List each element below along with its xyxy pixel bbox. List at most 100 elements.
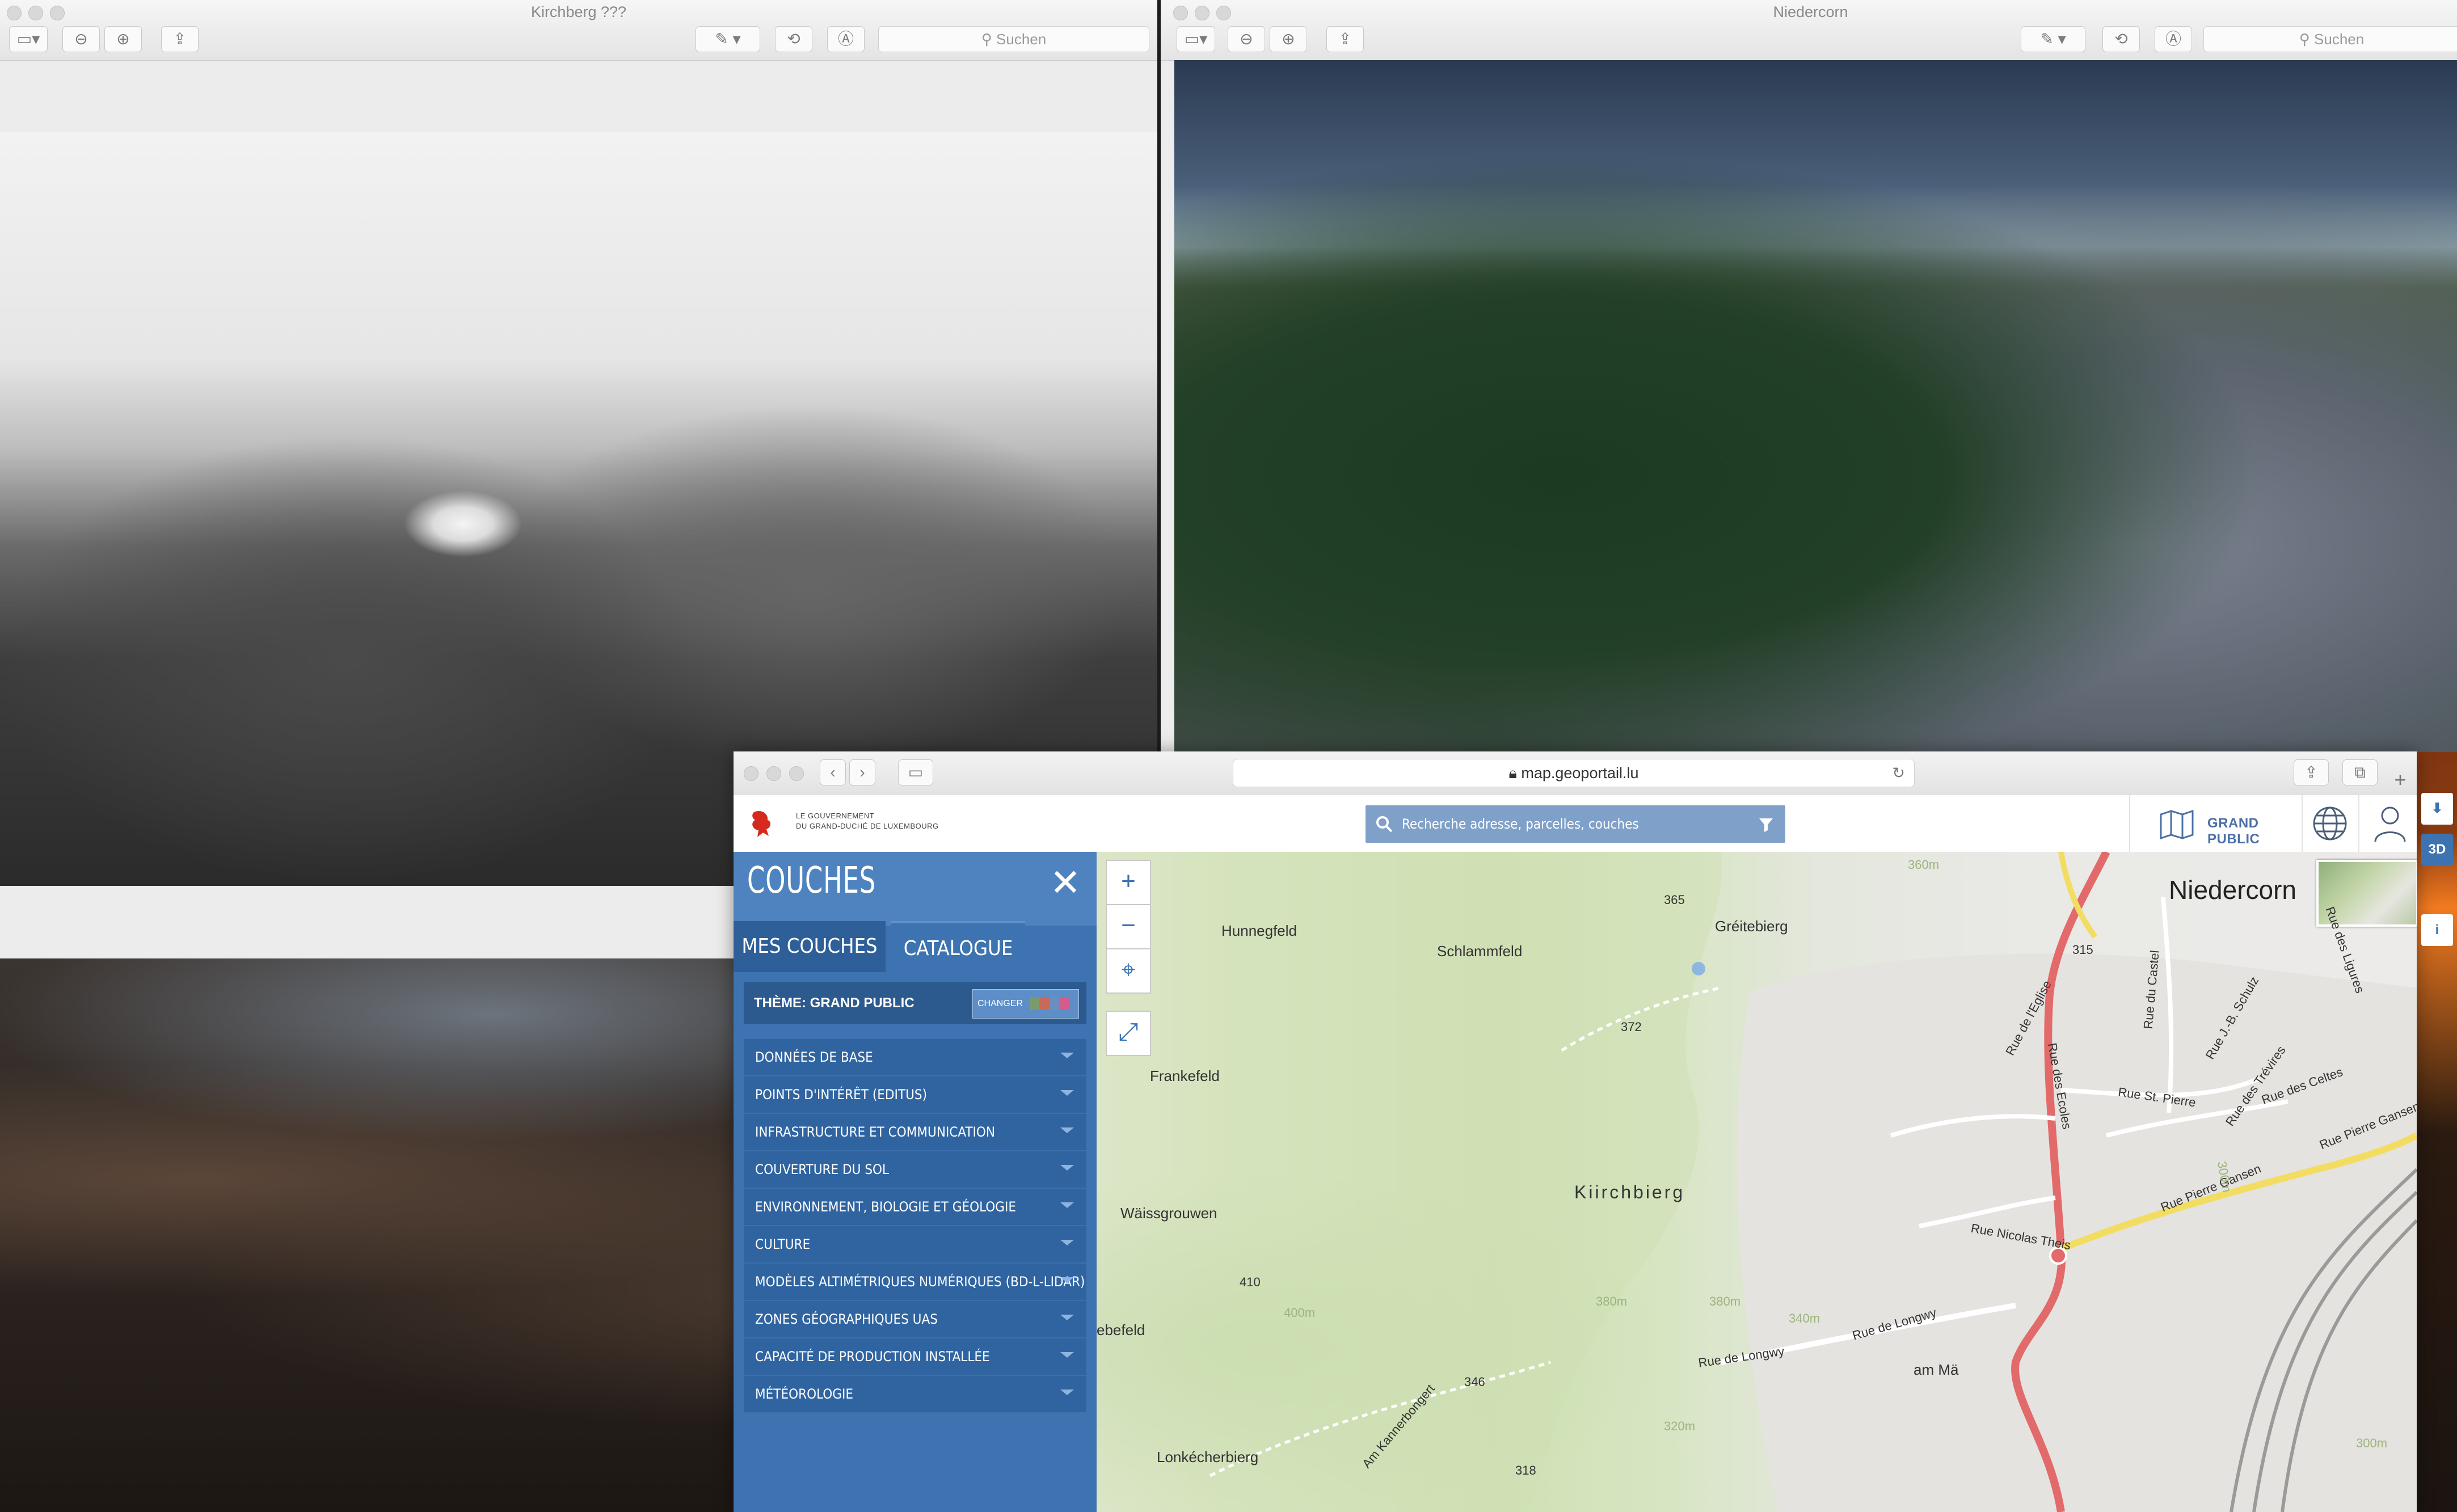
zoom-in-button[interactable]: ⊕ bbox=[104, 26, 142, 52]
window-title: Niedercorn bbox=[1773, 3, 1848, 20]
gov-line-2: DU GRAND-DUCHÉ DE LUXEMBOURG bbox=[796, 822, 939, 830]
theme-swatch bbox=[1040, 998, 1049, 1010]
zoom-in-button[interactable]: ⊕ bbox=[1270, 26, 1307, 52]
markup-button[interactable]: ✎ ▾ bbox=[696, 26, 760, 52]
divider bbox=[2358, 795, 2359, 852]
map-contour-label: 320m bbox=[1664, 1419, 1696, 1433]
sidebar-toggle-button[interactable]: ▭▾ bbox=[1177, 26, 1215, 52]
tabs-overview-button[interactable]: ⧉ bbox=[2342, 759, 2378, 785]
search-field[interactable]: ⚲ Suchen bbox=[2203, 26, 2457, 52]
catalog-item[interactable]: COUVERTURE DU SOL bbox=[744, 1151, 1086, 1189]
address-bar[interactable]: 🔒︎ map.geoportail.lu ↻ bbox=[1233, 759, 1915, 787]
rotate-button[interactable]: ⟲ bbox=[2102, 26, 2140, 52]
share-button[interactable]: ⇪ bbox=[161, 26, 199, 52]
lock-icon: 🔒︎ bbox=[1508, 765, 1522, 782]
chevron-down-icon bbox=[1060, 1127, 1074, 1133]
change-theme-label: CHANGER bbox=[977, 999, 1023, 1008]
map-label-place: Schlammfeld bbox=[1437, 943, 1523, 960]
map-label-place: Hunnegfeld bbox=[1221, 922, 1297, 939]
map-contour-label: 300m bbox=[2356, 1436, 2388, 1450]
search-placeholder: Recherche adresse, parcelles, couches bbox=[1402, 816, 1639, 832]
sidebar-toggle-button[interactable]: ▭ bbox=[898, 759, 933, 785]
theme-swatch bbox=[1050, 998, 1059, 1010]
back-button[interactable]: ‹ bbox=[820, 759, 846, 785]
catalog-item[interactable]: INFRASTRUCTURE ET COMMUNICATION bbox=[744, 1114, 1086, 1151]
share-button[interactable]: ⇪ bbox=[1326, 26, 1364, 52]
preview-window-right: Niedercorn ▭▾ ⊖ ⊕ ⇪ ✎ ▾ ⟲ Ⓐ ⚲ Suchen bbox=[1157, 0, 2457, 752]
info-icon[interactable]: i bbox=[2421, 914, 2453, 946]
close-icon[interactable]: ✕ bbox=[1048, 864, 1082, 901]
catalog-item[interactable]: CAPACITÉ DE PRODUCTION INSTALLÉE bbox=[744, 1338, 1086, 1376]
map-label-place: Niedercorn bbox=[2169, 875, 2296, 905]
download-icon[interactable]: ⬇ bbox=[2421, 793, 2453, 825]
zoom-out-button[interactable]: ⊖ bbox=[1228, 26, 1265, 52]
catalog-item-label: CULTURE bbox=[755, 1236, 811, 1252]
catalog-item[interactable]: POINTS D'INTÉRÊT (EDITUS) bbox=[744, 1076, 1086, 1114]
sidebar-toggle-button[interactable]: ▭▾ bbox=[9, 26, 48, 52]
window-close-button[interactable] bbox=[744, 766, 758, 781]
annotate-button[interactable]: Ⓐ bbox=[2155, 26, 2192, 52]
catalog-item[interactable]: ENVIRONNEMENT, BIOLOGIE ET GÉOLOGIE bbox=[744, 1189, 1086, 1226]
pond bbox=[1692, 962, 1705, 975]
new-tab-button[interactable]: + bbox=[2389, 768, 2412, 791]
search-icon bbox=[1376, 816, 1393, 833]
catalog-item[interactable]: MÉTÉOROLOGIE bbox=[744, 1376, 1086, 1413]
map-label-place: Frankefeld bbox=[1150, 1067, 1220, 1084]
government-label: LE GOUVERNEMENT DU GRAND-DUCHÉ DE LUXEMB… bbox=[796, 811, 939, 831]
window-title: Kirchberg ??? bbox=[530, 3, 627, 20]
catalog-item-label: POINTS D'INTÉRÊT (EDITUS) bbox=[755, 1087, 928, 1103]
catalog-item[interactable]: CULTURE bbox=[744, 1226, 1086, 1264]
annotate-button[interactable]: Ⓐ bbox=[827, 26, 865, 52]
catalog-item[interactable]: MODÈLES ALTIMÉTRIQUES NUMÉRIQUES (BD-L-L… bbox=[744, 1264, 1086, 1301]
luxembourg-lion-logo bbox=[746, 808, 777, 839]
catalog-item-label: ENVIRONNEMENT, BIOLOGIE ET GÉOLOGIE bbox=[755, 1199, 1017, 1215]
map-contour-label: 380m bbox=[1709, 1294, 1741, 1308]
map-spot-height: 318 bbox=[1515, 1463, 1536, 1477]
reload-icon[interactable]: ↻ bbox=[1892, 759, 1905, 787]
search-field[interactable]: ⚲ Suchen bbox=[878, 26, 1149, 52]
map-icon bbox=[2160, 809, 2194, 840]
window-minimize-button[interactable] bbox=[766, 766, 781, 781]
safari-toolbar: ‹ › ▭ 🔒︎ map.geoportail.lu ↻ ⇪ ⧉ + bbox=[734, 751, 2417, 796]
divider bbox=[2302, 795, 2303, 852]
change-theme-button[interactable]: CHANGER bbox=[972, 989, 1079, 1019]
forward-button[interactable]: › bbox=[849, 759, 875, 785]
map-spot-height: 365 bbox=[1664, 893, 1685, 907]
tab-my-layers[interactable]: MES COUCHES bbox=[734, 921, 886, 972]
map-label-place: am Mä bbox=[1914, 1361, 1959, 1378]
zoom-out-button[interactable]: − bbox=[1106, 904, 1151, 949]
chevron-down-icon bbox=[1060, 1240, 1074, 1245]
catalog-item[interactable]: ZONES GÉOGRAPHIQUES UAS bbox=[744, 1301, 1086, 1338]
chevron-down-icon bbox=[1060, 1315, 1074, 1320]
geoportail-search-input[interactable]: Recherche adresse, parcelles, couches bbox=[1366, 805, 1785, 843]
filter-icon[interactable] bbox=[1758, 817, 1774, 833]
share-button[interactable]: ⇪ bbox=[2294, 759, 2329, 785]
map-label-place: Kiirchbierg bbox=[1574, 1182, 1685, 1202]
fullscreen-icon[interactable]: ⤢ bbox=[1106, 1011, 1151, 1056]
window-zoom-button[interactable] bbox=[789, 766, 804, 781]
catalog-item[interactable]: DONNÉES DE BASE bbox=[744, 1039, 1086, 1076]
chevron-down-icon bbox=[1060, 1090, 1074, 1096]
globe-icon[interactable] bbox=[2312, 805, 2348, 842]
preview-toolbar: Niedercorn ▭▾ ⊖ ⊕ ⇪ ✎ ▾ ⟲ Ⓐ ⚲ Suchen bbox=[1161, 0, 2457, 61]
3d-toggle-button[interactable]: 3D bbox=[2421, 834, 2453, 865]
map-view[interactable]: + − ⌖ ⤢ Niedercorn Hunnegfeld Schlammfel… bbox=[1097, 852, 2417, 1512]
user-icon[interactable] bbox=[2372, 804, 2408, 843]
zoom-in-button[interactable]: + bbox=[1106, 860, 1151, 905]
search-icon: ⚲ bbox=[2299, 31, 2315, 48]
chevron-down-icon bbox=[1060, 1389, 1074, 1395]
tab-catalog[interactable]: CATALOGUE bbox=[891, 921, 1025, 974]
chevron-down-icon bbox=[1060, 1202, 1074, 1208]
header-right-tools: GRAND PUBLIC bbox=[2129, 795, 2417, 852]
catalog-item-label: COUVERTURE DU SOL bbox=[755, 1162, 890, 1177]
chevron-down-icon bbox=[1060, 1165, 1074, 1171]
map-spot-height: 410 bbox=[1240, 1275, 1261, 1289]
theme-selector-button[interactable]: GRAND PUBLIC bbox=[2130, 795, 2302, 852]
location-icon[interactable]: ⌖ bbox=[1106, 948, 1151, 994]
zoom-out-button[interactable]: ⊖ bbox=[62, 26, 100, 52]
rotate-button[interactable]: ⟲ bbox=[775, 26, 812, 52]
aerial-3d-view bbox=[1174, 60, 2457, 752]
catalog-item-label: DONNÉES DE BASE bbox=[755, 1049, 873, 1065]
search-icon: ⚲ bbox=[981, 31, 997, 48]
markup-button[interactable]: ✎ ▾ bbox=[2021, 26, 2085, 52]
